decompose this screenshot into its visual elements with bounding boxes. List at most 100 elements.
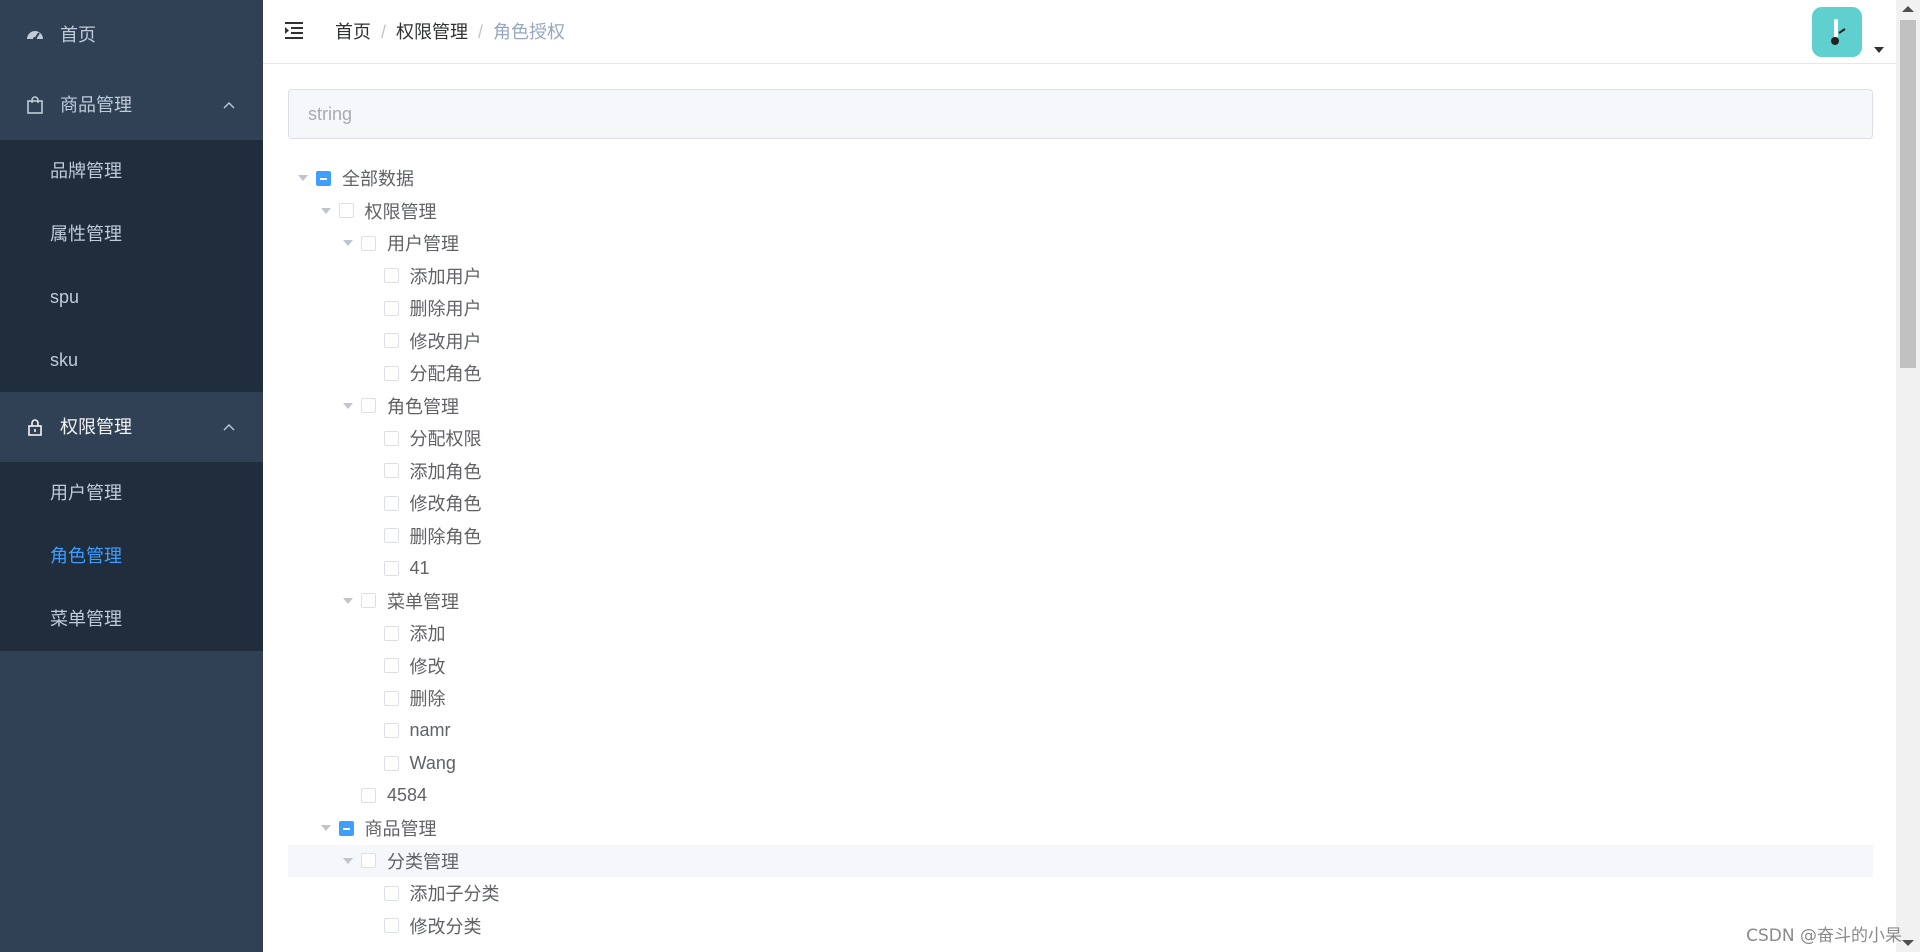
tree-node[interactable]: 41 [288, 552, 1873, 585]
tree-checkbox[interactable] [383, 755, 399, 771]
tree-node[interactable]: namr [288, 715, 1873, 748]
tree-node[interactable]: 修改用户 [288, 325, 1873, 358]
tree-node-label: 分配角色 [409, 364, 482, 385]
tree-node-label: 删除角色 [409, 526, 482, 547]
tree-node-label: 删除 [409, 689, 446, 710]
tree-checkbox[interactable] [383, 268, 399, 284]
tree-checkbox[interactable] [383, 333, 399, 349]
tree-node-label: Wang [409, 752, 456, 773]
tree-node[interactable]: 权限管理 [288, 195, 1873, 228]
tree-node[interactable]: 4584 [288, 780, 1873, 813]
tree-checkbox[interactable] [383, 625, 399, 641]
tree-node[interactable]: 商品管理 [288, 812, 1873, 845]
tree-node-label: 添加 [409, 624, 446, 645]
page-scrollbar[interactable] [1896, 0, 1920, 952]
tree-node[interactable]: 分配角色 [288, 357, 1873, 390]
caret-down-icon[interactable] [339, 234, 357, 252]
sidebar-item-menu[interactable]: 菜单管理 [0, 588, 263, 651]
breadcrumb-permission[interactable]: 权限管理 [396, 22, 468, 42]
tree-node[interactable]: 角色管理 [288, 390, 1873, 423]
tree-node-label: 菜单管理 [387, 591, 459, 612]
tree-node[interactable]: 菜单管理 [288, 585, 1873, 618]
caret-down-icon[interactable] [339, 397, 357, 415]
tree-node-label: 分类管理 [387, 851, 459, 872]
filter-input[interactable] [288, 89, 1873, 139]
tree-checkbox[interactable] [361, 235, 376, 251]
caret-down-icon[interactable] [339, 852, 357, 870]
submenu-goods[interactable]: 商品管理 [0, 70, 263, 140]
tree-node-label: 全部数据 [342, 169, 414, 190]
tree-checkbox[interactable] [383, 463, 399, 479]
tree-node[interactable]: 修改 [288, 650, 1873, 683]
tree-checkbox[interactable] [383, 723, 399, 739]
tree-node-label: 添加子分类 [409, 884, 500, 905]
tree-checkbox[interactable] [338, 820, 354, 836]
tree-node[interactable]: 修改分类 [288, 910, 1873, 943]
tree-node[interactable]: 删除 [288, 682, 1873, 715]
tree-checkbox[interactable] [383, 300, 399, 316]
tree-checkbox[interactable] [383, 560, 399, 576]
scroll-up-icon[interactable] [1902, 6, 1914, 12]
tree-checkbox[interactable] [361, 593, 376, 609]
caret-down-icon[interactable] [1874, 40, 1884, 58]
tree-checkbox[interactable] [383, 885, 399, 901]
tree-checkbox[interactable] [383, 365, 399, 381]
tree-node[interactable]: 全部数据 [288, 162, 1873, 195]
tree-node[interactable]: 添加 [288, 617, 1873, 650]
tree-checkbox[interactable] [383, 690, 399, 706]
tree-checkbox[interactable] [383, 658, 399, 674]
menu-item-home[interactable]: 首页 [0, 0, 263, 70]
tree-checkbox[interactable] [361, 398, 376, 414]
tree-node[interactable]: 分类管理 [288, 844, 1873, 877]
sidebar-item-user[interactable]: 用户管理 [0, 462, 263, 525]
tree-node[interactable]: 用户管理 [288, 227, 1873, 260]
tree-checkbox[interactable] [361, 788, 376, 804]
caret-down-icon[interactable] [339, 592, 357, 610]
tree-node[interactable]: 添加子分类 [288, 877, 1873, 910]
tree-checkbox[interactable] [383, 918, 399, 934]
chevron-up-icon [223, 70, 235, 140]
main-content: 全部数据权限管理用户管理添加用户删除用户修改用户分配角色角色管理分配权限添加角色… [263, 64, 1896, 952]
top-navbar: 首页 / 权限管理 / 角色授权 [263, 0, 1920, 64]
submenu-goods-label: 商品管理 [60, 95, 132, 115]
tree-node[interactable]: 添加角色 [288, 455, 1873, 488]
sidebar-item-attr[interactable]: 属性管理 [0, 203, 263, 266]
submenu-permission[interactable]: 权限管理 [0, 392, 263, 462]
tree-checkbox[interactable] [361, 853, 376, 869]
dashboard-icon [25, 0, 45, 70]
tree-node-label: 商品管理 [364, 819, 437, 840]
caret-down-icon[interactable] [317, 202, 335, 220]
tree-node-label: 修改角色 [409, 494, 482, 515]
tree-checkbox[interactable] [338, 203, 354, 219]
tree-node-label: 用户管理 [387, 234, 459, 255]
breadcrumb-home[interactable]: 首页 [335, 22, 371, 42]
sidebar-item-brand[interactable]: 品牌管理 [0, 140, 263, 203]
hamburger-icon[interactable] [283, 19, 305, 41]
scrollbar-thumb[interactable] [1900, 20, 1916, 368]
sidebar-item-role[interactable]: 角色管理 [0, 525, 263, 588]
sidebar-item-sku[interactable]: sku [0, 329, 263, 392]
tree-checkbox[interactable] [316, 170, 331, 186]
avatar[interactable] [1812, 7, 1862, 57]
caret-down-icon[interactable] [317, 819, 335, 837]
tree-node[interactable]: 删除用户 [288, 292, 1873, 325]
tree-node[interactable]: 修改角色 [288, 487, 1873, 520]
tree-node-label: 添加用户 [409, 266, 482, 287]
scroll-down-icon[interactable] [1902, 940, 1914, 946]
tree-node[interactable]: 添加用户 [288, 260, 1873, 293]
caret-down-icon[interactable] [294, 169, 312, 187]
sidebar-item-spu[interactable]: spu [0, 266, 263, 329]
breadcrumb-current: 角色授权 [493, 22, 566, 42]
menu-item-home-label: 首页 [60, 25, 96, 45]
tree-node[interactable]: 分配权限 [288, 422, 1873, 455]
chevron-up-icon [223, 392, 235, 462]
tree-checkbox[interactable] [383, 430, 399, 446]
tree-node[interactable]: 删除角色 [288, 520, 1873, 553]
tree-checkbox[interactable] [383, 528, 399, 544]
tree-node-label: 修改 [409, 656, 446, 677]
tree-node-label: 修改分类 [409, 916, 482, 937]
tree-checkbox[interactable] [383, 495, 399, 511]
tree-node[interactable]: Wang [288, 747, 1873, 780]
sidebar: 首页 商品管理 品牌管理 属性管理 spu sku 权限管理 用户管理 角色管理… [0, 0, 263, 952]
tree-node-label: 41 [409, 557, 430, 578]
